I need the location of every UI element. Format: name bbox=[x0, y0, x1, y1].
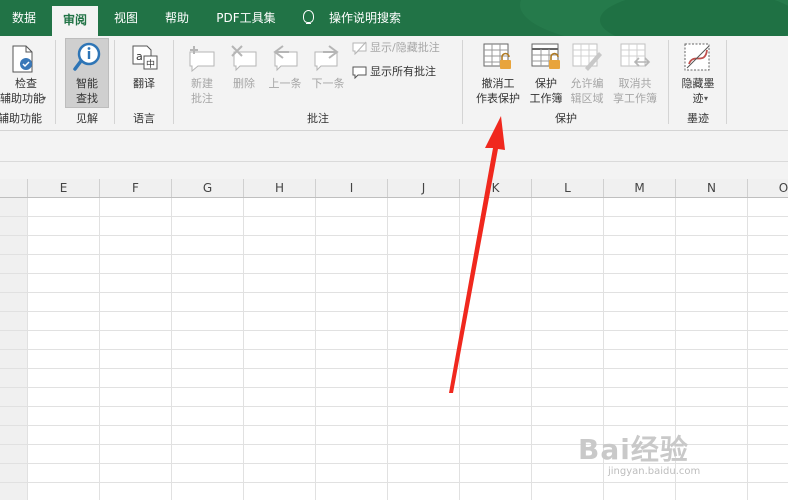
column-header[interactable]: H bbox=[244, 179, 316, 197]
column-header[interactable]: I bbox=[316, 179, 388, 197]
svg-text:中: 中 bbox=[146, 58, 155, 70]
next-label: 下一条 bbox=[311, 77, 345, 90]
allow-edit-ranges-icon bbox=[572, 43, 602, 71]
chevron-down-icon: ▾ bbox=[42, 94, 47, 103]
watermark: Bai经验 jingyan.baidu.com bbox=[578, 428, 778, 498]
show-hide-label: 显示/隐藏批注 bbox=[370, 41, 440, 54]
formula-bar-area bbox=[0, 131, 788, 179]
accessibility-label-1: 检查 bbox=[15, 77, 37, 90]
allow-edit-label-2: 辑区域 bbox=[570, 92, 604, 105]
group-divider bbox=[726, 40, 727, 124]
column-header[interactable]: K bbox=[460, 179, 532, 197]
hide-ink-label-2: 迹 bbox=[692, 92, 704, 105]
grid-row-line bbox=[0, 311, 788, 312]
column-header[interactable]: O bbox=[748, 179, 788, 197]
show-all-comments-button[interactable]: 显示所有批注 bbox=[352, 64, 452, 80]
column-header-row: E F G H I J K L M N O bbox=[0, 179, 788, 198]
column-header[interactable]: G bbox=[172, 179, 244, 197]
unshare-label-1: 取消共 bbox=[618, 77, 652, 90]
delete-label: 删除 bbox=[233, 77, 255, 90]
tab-help[interactable]: 帮助 bbox=[154, 0, 200, 36]
group-divider bbox=[55, 40, 56, 124]
lightbulb-icon bbox=[303, 10, 314, 24]
accessibility-check-icon bbox=[12, 45, 33, 73]
column-header[interactable]: F bbox=[100, 179, 172, 197]
column-header[interactable]: E bbox=[28, 179, 100, 197]
hide-ink-icon bbox=[684, 43, 710, 71]
title-background-decoration-2 bbox=[600, 0, 788, 36]
chevron-down-icon: ▾ bbox=[704, 94, 709, 103]
tab-view[interactable]: 视图 bbox=[104, 0, 148, 36]
unshare-label-2: 享工作簿 bbox=[613, 92, 657, 105]
grid-row-line bbox=[0, 254, 788, 255]
group-divider bbox=[668, 40, 669, 124]
show-all-comments-icon bbox=[352, 66, 367, 79]
watermark-url: jingyan.baidu.com bbox=[608, 466, 701, 477]
grid-row-line bbox=[0, 349, 788, 350]
previous-comment-icon bbox=[273, 45, 298, 72]
grid-row-line bbox=[0, 406, 788, 407]
grid-row-line bbox=[0, 292, 788, 293]
unshare-workbook-icon bbox=[620, 43, 651, 67]
grid-row-line bbox=[0, 235, 788, 236]
column-header[interactable]: L bbox=[532, 179, 604, 197]
grid-row-line bbox=[0, 387, 788, 388]
group-label-ink: 墨迹 bbox=[687, 112, 709, 125]
allow-edit-label-1: 允许编 bbox=[570, 77, 604, 90]
formula-bar-divider bbox=[0, 161, 788, 162]
group-divider bbox=[114, 40, 115, 124]
ribbon-tab-bar: 数据 审阅 视图 帮助 PDF工具集 操作说明搜索 bbox=[0, 0, 788, 36]
unprotect-sheet-label-1: 撤消工 bbox=[481, 77, 515, 90]
group-label-insights: 见解 bbox=[76, 112, 98, 125]
grid-row-line bbox=[0, 330, 788, 331]
svg-text:a: a bbox=[136, 50, 143, 63]
translate-icon: a 中 bbox=[132, 45, 158, 70]
previous-label: 上一条 bbox=[268, 77, 302, 90]
new-comment-label-2: 批注 bbox=[191, 92, 213, 105]
translate-label: 翻译 bbox=[133, 77, 155, 90]
grid-row-line bbox=[0, 425, 788, 426]
hide-ink-label-1: 隐藏墨 bbox=[681, 77, 715, 90]
group-label-language: 语言 bbox=[133, 112, 155, 125]
unprotect-sheet-icon bbox=[483, 43, 511, 69]
column-header[interactable]: M bbox=[604, 179, 676, 197]
smart-lookup-label-1: 智能 bbox=[76, 77, 98, 90]
tell-me-search[interactable]: 操作说明搜索 bbox=[320, 0, 410, 36]
protect-workbook-label-2: 工作簿 bbox=[529, 92, 563, 105]
translate-button[interactable]: a 中 翻译 bbox=[120, 42, 168, 92]
tab-review[interactable]: 审阅 bbox=[52, 6, 98, 36]
column-header[interactable]: N bbox=[676, 179, 748, 197]
show-hide-comment-icon bbox=[352, 41, 367, 55]
group-label-protect: 保护 bbox=[555, 112, 577, 125]
select-all-corner[interactable] bbox=[0, 179, 28, 197]
grid-row-line bbox=[0, 273, 788, 274]
tab-pdf-tools[interactable]: PDF工具集 bbox=[206, 0, 286, 36]
column-header[interactable]: J bbox=[388, 179, 460, 197]
smart-lookup-label-2: 查找 bbox=[76, 92, 98, 105]
smart-lookup-icon bbox=[73, 42, 101, 71]
grid-row-line bbox=[0, 368, 788, 369]
grid-row-line bbox=[0, 216, 788, 217]
group-label-comments: 批注 bbox=[307, 112, 329, 125]
group-label-accessibility: 辅助功能 bbox=[0, 112, 42, 125]
tab-data[interactable]: 数据 bbox=[0, 0, 48, 36]
delete-comment-icon bbox=[231, 45, 257, 72]
group-divider bbox=[462, 40, 463, 124]
new-comment-label-1: 新建 bbox=[191, 77, 213, 90]
show-hide-comment-button[interactable]: 显示/隐藏批注 bbox=[352, 40, 452, 56]
protect-workbook-label-1: 保护 bbox=[535, 77, 557, 90]
check-accessibility-button[interactable]: 检查 辅助功能 ▾ bbox=[0, 42, 52, 106]
watermark-logo-text: Bai经验 bbox=[578, 433, 689, 466]
group-divider bbox=[173, 40, 174, 124]
show-all-label: 显示所有批注 bbox=[370, 65, 436, 78]
ribbon: 检查 辅助功能 ▾ 辅助功能 智能 查找 见解 a 中 翻译 语言 新建 批注 … bbox=[0, 36, 788, 131]
next-comment-icon bbox=[314, 45, 339, 72]
protect-workbook-icon bbox=[531, 43, 560, 69]
unprotect-sheet-label-2: 作表保护 bbox=[476, 92, 520, 105]
smart-lookup-button[interactable]: 智能 查找 bbox=[65, 42, 109, 106]
new-comment-icon bbox=[189, 46, 215, 72]
